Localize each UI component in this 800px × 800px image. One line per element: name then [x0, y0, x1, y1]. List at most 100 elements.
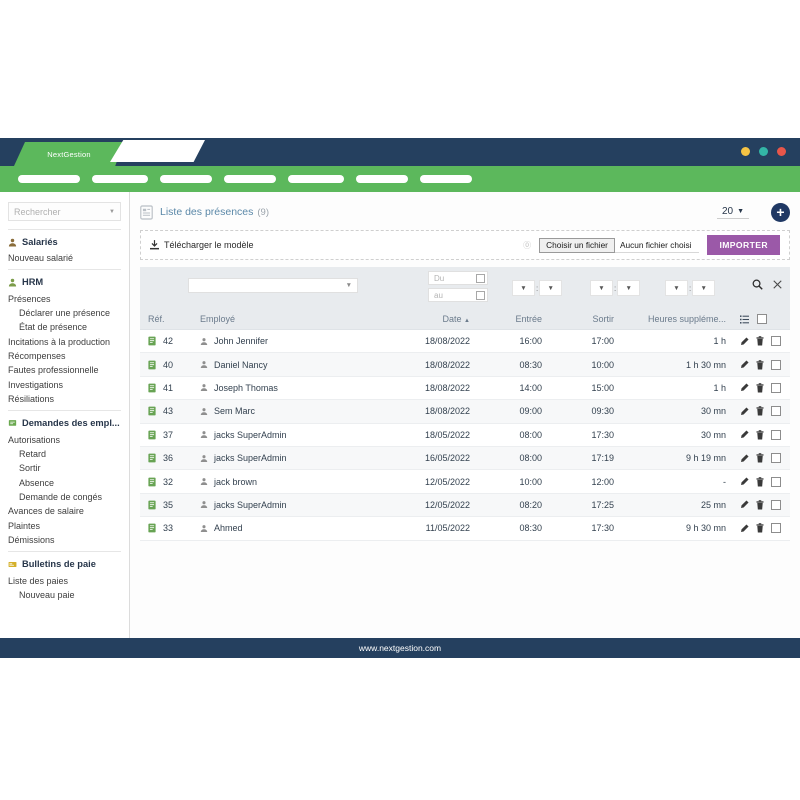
entree-minute-select[interactable]: ▼ [539, 280, 563, 296]
table-row[interactable]: 43 Sem Marc 18/08/2022 09:00 09:30 30 mn [140, 399, 790, 424]
nav-item-3[interactable] [160, 175, 212, 183]
table-row[interactable]: 37 jacks SuperAdmin 18/05/2022 08:00 17:30 30… [140, 423, 790, 447]
row-checkbox[interactable] [771, 429, 781, 440]
calendar-icon[interactable] [476, 290, 485, 300]
edit-icon[interactable] [740, 430, 749, 439]
row-checkbox[interactable] [771, 406, 781, 417]
edit-icon[interactable] [740, 524, 749, 533]
sidebar-item-liste-des-paies[interactable]: Liste des paies [8, 573, 121, 587]
delete-icon[interactable] [756, 500, 764, 510]
sidebar-item-avances-de-salaire[interactable]: Avances de salaire [8, 504, 121, 518]
sidebar-item-incitations[interactable]: Incitations à la production [8, 335, 121, 349]
sidebar-header-hrm[interactable]: HRM [8, 275, 121, 291]
file-input[interactable]: Choisir un fichier Aucun fichier choisi [539, 237, 700, 253]
delete-icon[interactable] [756, 429, 764, 440]
sidebar-item-retard[interactable]: Retard [8, 447, 121, 461]
choose-file-button[interactable]: Choisir un fichier [539, 237, 615, 253]
secondary-tab[interactable] [110, 140, 205, 162]
date-to-input[interactable]: au [428, 288, 488, 302]
download-template-link[interactable]: Télécharger le modèle [150, 240, 254, 250]
sidebar-item-plaintes[interactable]: Plaintes [8, 519, 121, 533]
table-row[interactable]: 40 Daniel Nancy 18/08/2022 08:30 10:00 1 h 30… [140, 352, 790, 377]
search-input[interactable]: Rechercher [14, 207, 61, 217]
nav-item-5[interactable] [288, 175, 344, 183]
table-row[interactable]: 42 John Jennifer 18/08/2022 16:00 17:00 1 h [140, 329, 790, 354]
edit-icon[interactable] [740, 407, 749, 416]
edit-icon[interactable] [740, 454, 749, 463]
delete-icon[interactable] [756, 383, 764, 393]
delete-icon[interactable] [756, 453, 764, 463]
sortir-minute-select[interactable]: ▼ [617, 280, 641, 296]
sidebar-item-absence[interactable]: Absence [8, 476, 121, 490]
row-checkbox[interactable] [771, 499, 781, 510]
delete-icon[interactable] [756, 359, 764, 370]
minimize-dot[interactable] [741, 147, 750, 156]
column-header-employe[interactable]: Employé [200, 309, 378, 330]
maximize-dot[interactable] [759, 147, 768, 156]
supp-hour-select[interactable]: ▼ [665, 280, 688, 296]
table-row[interactable]: 33 Ahmed 11/05/2022 08:30 17:30 9 h 30 mn [140, 516, 790, 541]
row-checkbox[interactable] [771, 476, 781, 487]
sidebar-item-nouveau-paie[interactable]: Nouveau paie [8, 588, 121, 602]
delete-icon[interactable] [756, 476, 764, 487]
row-checkbox[interactable] [771, 523, 781, 534]
import-button[interactable]: IMPORTER [707, 235, 780, 255]
row-checkbox[interactable] [771, 359, 781, 370]
entree-hour-select[interactable]: ▼ [512, 280, 535, 296]
sidebar-item-autorisations[interactable]: Autorisations [8, 432, 121, 446]
sidebar-item-sortir[interactable]: Sortir [8, 461, 121, 475]
app-tab[interactable]: NextGestion [14, 142, 124, 166]
list-icon[interactable] [740, 314, 749, 324]
sidebar-item-nouveau-salarie[interactable]: Nouveau salarié [8, 251, 121, 265]
nav-item-1[interactable] [18, 175, 80, 183]
table-row[interactable]: 32 jack brown 12/05/2022 10:00 12:00- [140, 469, 790, 494]
nav-item-2[interactable] [92, 175, 148, 183]
sidebar-item-demissions[interactable]: Démissions [8, 533, 121, 547]
delete-icon[interactable] [756, 406, 764, 416]
sidebar-item-declarer-une-presence[interactable]: Déclarer une présence [8, 306, 121, 320]
sidebar-search[interactable]: Rechercher ▼ [8, 202, 121, 221]
search-icon[interactable] [752, 279, 763, 290]
row-checkbox[interactable] [771, 453, 781, 464]
delete-icon[interactable] [756, 523, 764, 533]
sidebar-header-salaries[interactable]: Salariés [8, 235, 121, 251]
sidebar-item-demande-de-conges[interactable]: Demande de congés [8, 490, 121, 504]
sidebar-header-bulletins[interactable]: Bulletins de paie [8, 557, 121, 573]
sidebar-item-presences[interactable]: Présences [8, 291, 121, 305]
select-all-checkbox[interactable] [757, 314, 767, 324]
edit-icon[interactable] [740, 383, 749, 392]
close-dot[interactable] [777, 147, 786, 156]
column-header-date[interactable]: Date ▲ [378, 309, 470, 330]
column-header-heures-supp[interactable]: Heures suppléme... [614, 309, 734, 330]
column-header-sortir[interactable]: Sortir [542, 309, 614, 330]
edit-icon[interactable] [740, 337, 749, 346]
sidebar-item-investigations[interactable]: Investigations [8, 378, 121, 392]
sidebar-item-recompenses[interactable]: Récompenses [8, 349, 121, 363]
edit-icon[interactable] [740, 360, 749, 369]
sortir-hour-select[interactable]: ▼ [590, 280, 613, 296]
nav-item-6[interactable] [356, 175, 408, 183]
supp-minute-select[interactable]: ▼ [692, 280, 716, 296]
sidebar-item-fautes[interactable]: Fautes professionnelle [8, 363, 121, 377]
edit-icon[interactable] [740, 500, 749, 509]
table-row[interactable]: 36 jacks SuperAdmin 16/05/2022 08:00 17:19 9 … [140, 446, 790, 471]
column-header-entree[interactable]: Entrée [470, 309, 542, 330]
add-button[interactable]: + [771, 202, 790, 222]
calendar-icon[interactable] [476, 273, 485, 283]
sidebar-header-demandes[interactable]: Demandes des empl... [8, 416, 121, 432]
sidebar-item-etat-de-presence[interactable]: État de présence [8, 320, 121, 334]
table-row[interactable]: 35 jacks SuperAdmin 12/05/2022 08:20 17:25 25… [140, 493, 790, 518]
row-checkbox[interactable] [771, 382, 781, 393]
employee-filter-select[interactable]: ▼ [188, 278, 358, 293]
sidebar-item-resiliations[interactable]: Résiliations [8, 392, 121, 406]
column-header-ref[interactable]: Réf. [140, 309, 200, 330]
nav-item-4[interactable] [224, 175, 276, 183]
row-checkbox[interactable] [771, 336, 781, 347]
per-page-select[interactable]: 20 ▼ [716, 206, 749, 219]
close-icon[interactable] [773, 280, 782, 289]
table-row[interactable]: 41 Joseph Thomas 18/08/2022 14:00 15:00 1 h [140, 376, 790, 401]
delete-icon[interactable] [756, 336, 764, 346]
edit-icon[interactable] [740, 477, 749, 486]
date-from-input[interactable]: Du [428, 271, 488, 285]
nav-item-7[interactable] [420, 175, 472, 183]
